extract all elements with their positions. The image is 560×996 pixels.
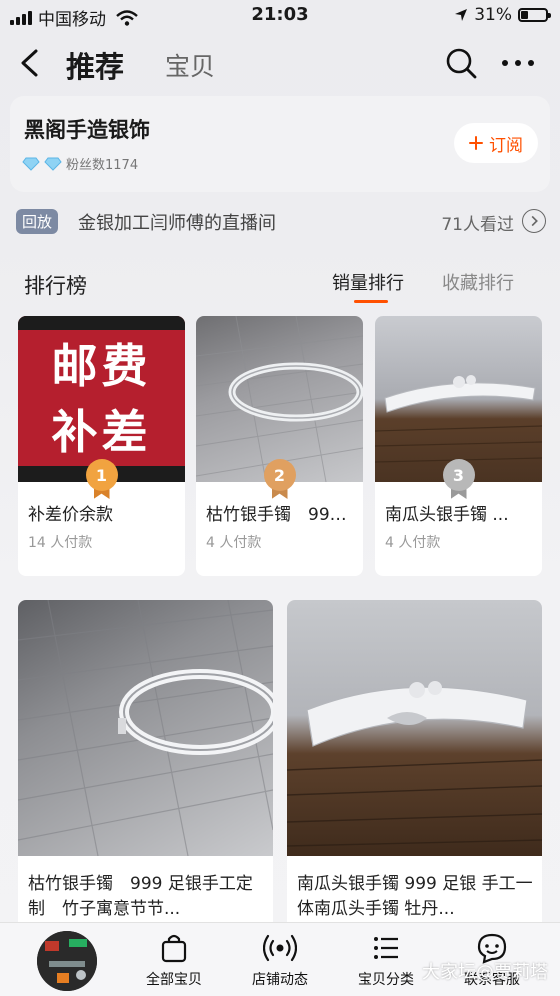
shop-news-label: 店铺动态: [252, 972, 308, 988]
shop-card[interactable]: 黑阁手造银饰 粉丝数1174 订阅: [10, 96, 550, 192]
ranking-title: 排行榜: [24, 274, 87, 298]
live-replay-bar[interactable]: 回放 金银加工闫师傅的直播间 71人看过: [0, 196, 560, 248]
product-image: [287, 600, 542, 856]
shop-avatar[interactable]: [37, 931, 97, 991]
categories-label: 宝贝分类: [358, 972, 414, 988]
product-name: 补差价余款: [28, 505, 113, 525]
subscribe-label: 订阅: [489, 135, 523, 156]
diamond-icon: [22, 157, 40, 171]
ranking-item[interactable]: 2 枯竹银手镯 999... 4 人付款: [196, 316, 363, 576]
tab-sales-label: 销量排行: [332, 273, 404, 294]
product-image: 邮费 补差: [18, 316, 185, 482]
product-image: [18, 600, 273, 856]
broadcast-icon: [263, 934, 297, 962]
product-image: [375, 316, 542, 482]
subscribe-button[interactable]: 订阅: [454, 123, 538, 163]
ranking-item[interactable]: 邮费 补差 1 补差价余款 14 人付款: [18, 316, 185, 576]
sold-count: 4 人付款: [385, 535, 441, 551]
tab-favorites-ranking[interactable]: 收藏排行: [442, 269, 514, 295]
plus-icon: [469, 136, 483, 150]
product-image: [196, 316, 363, 482]
image-text-postage: 邮费: [51, 339, 152, 393]
watermark: 大家坛@贾莉塔: [422, 962, 548, 983]
shop-news-button[interactable]: 店铺动态: [240, 931, 320, 989]
image-text-difference: 补差: [51, 405, 152, 459]
product-card[interactable]: 南瓜头银手镯 999 足银 手工一体南瓜头手镯 牡丹...: [287, 600, 542, 930]
status-bar: 中国移动 21:03 31%: [0, 0, 560, 32]
sold-count: 14 人付款: [28, 535, 93, 551]
categories-button[interactable]: 宝贝分类: [346, 931, 426, 989]
shop-name: 黑阁手造银饰: [24, 118, 150, 142]
rank-medal-gold: 1: [85, 459, 118, 499]
product-name: 枯竹银手镯 999...: [206, 505, 356, 525]
status-right: 31%: [454, 5, 551, 25]
product-name: 南瓜头银手镯 999 足银 手工一体南瓜头手镯 牡丹...: [297, 874, 533, 919]
top-nav: 推荐 宝贝: [0, 36, 560, 92]
diamond-icon: [44, 157, 62, 171]
product-name: 南瓜头银手镯 ...: [385, 505, 509, 525]
battery-percent: 31%: [474, 5, 512, 25]
battery-icon: [518, 8, 551, 22]
ranking-item[interactable]: 3 南瓜头银手镯 ... 4 人付款: [375, 316, 542, 576]
tab-recommend[interactable]: 推荐: [66, 44, 124, 86]
sold-count: 4 人付款: [206, 535, 262, 551]
back-arrow-icon[interactable]: [16, 48, 44, 78]
active-tab-indicator: [354, 300, 388, 303]
tab-sales-ranking[interactable]: 销量排行: [332, 269, 404, 303]
rank-medal-bronze: 2: [263, 459, 296, 499]
shop-meta: 粉丝数1174: [22, 154, 138, 173]
chevron-right-icon: [522, 209, 546, 233]
rank-number: 2: [263, 459, 296, 491]
rank-medal-silver: 3: [442, 459, 475, 499]
bag-icon: [161, 934, 187, 963]
location-arrow-icon: [455, 9, 468, 21]
product-card[interactable]: 枯竹银手镯 999 足银手工定制 竹子寓意节节...: [18, 600, 273, 930]
product-name: 枯竹银手镯 999 足银手工定制 竹子寓意节节...: [28, 874, 253, 919]
list-icon: [374, 937, 398, 959]
more-options-icon[interactable]: [502, 50, 534, 76]
rank-number: 3: [442, 459, 475, 491]
tab-items[interactable]: 宝贝: [165, 47, 215, 83]
search-icon[interactable]: [444, 46, 478, 80]
fans-count: 粉丝数1174: [66, 158, 139, 173]
rank-number: 1: [85, 459, 118, 491]
all-items-button[interactable]: 全部宝贝: [134, 931, 214, 989]
live-title: 金银加工闫师傅的直播间: [78, 213, 276, 234]
replay-badge: 回放: [16, 209, 59, 234]
live-viewers: 71人看过: [441, 215, 514, 235]
all-items-label: 全部宝贝: [146, 972, 202, 988]
